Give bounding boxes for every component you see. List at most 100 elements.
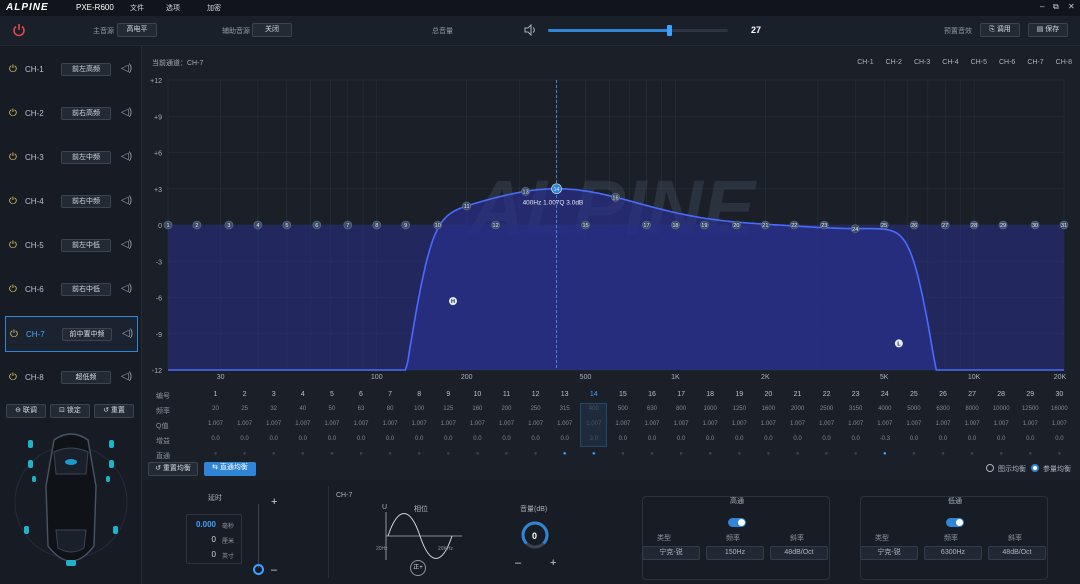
band-cell[interactable]: 0.0: [318, 436, 345, 442]
band-bypass-dot[interactable]: ●: [755, 451, 782, 457]
band-cell[interactable]: 32: [260, 406, 287, 412]
band-cell[interactable]: 80: [377, 406, 404, 412]
band-bypass-dot[interactable]: ●: [639, 451, 666, 457]
band-cell[interactable]: 50: [318, 406, 345, 412]
recall-button[interactable]: ⎘ 调用: [980, 23, 1020, 37]
legend-item[interactable]: CH-2: [886, 59, 902, 66]
band-cell[interactable]: 1.007: [522, 421, 549, 427]
band-cell[interactable]: 1.007: [348, 421, 375, 427]
band-cell[interactable]: 0.0: [813, 436, 840, 442]
lowpass-toggle[interactable]: [946, 518, 964, 527]
band-cell[interactable]: 0.0: [668, 436, 695, 442]
channel-power-icon[interactable]: ⏻: [9, 64, 17, 75]
band-cell[interactable]: 2: [231, 391, 258, 398]
band-cell[interactable]: 20000: [1075, 406, 1080, 412]
channel-item[interactable]: ⏻ CH-1 前左高频 ◁): [5, 52, 138, 88]
band-cell[interactable]: 0.0: [1017, 436, 1044, 442]
band-bypass-dot[interactable]: ●: [959, 451, 986, 457]
band-cell[interactable]: 1.007: [697, 421, 724, 427]
band-cell[interactable]: 1.007: [318, 421, 345, 427]
band-cell[interactable]: 1.007: [1017, 421, 1044, 427]
channel-speaker-icon[interactable]: ◁): [122, 328, 133, 339]
band-cell[interactable]: 0.0: [406, 436, 433, 442]
band-cell[interactable]: 9: [435, 391, 462, 398]
legend-item[interactable]: CH-7: [1027, 59, 1043, 66]
eq-curve-chart[interactable]: +12 +9 +6 +3 0 -3 -6 -9 -12 30 100 200 500 1K 2K 5K 10K 2…: [142, 74, 1080, 384]
band-cell[interactable]: 1.007: [813, 421, 840, 427]
band-bypass-dot[interactable]: ●: [202, 451, 229, 457]
param-eq-radio[interactable]: [1031, 464, 1039, 472]
channel-position-select[interactable]: 前右中低: [61, 283, 111, 296]
band-cell[interactable]: 10: [464, 391, 491, 398]
band-cell[interactable]: 4: [289, 391, 316, 398]
band-cell[interactable]: 0.0: [988, 436, 1015, 442]
legend-item[interactable]: CH-8: [1056, 59, 1072, 66]
channel-power-icon[interactable]: ⏻: [9, 108, 17, 119]
band-cell[interactable]: 3: [260, 391, 287, 398]
save-button[interactable]: ▤ 保存: [1028, 23, 1068, 37]
band-cell[interactable]: 12: [522, 391, 549, 398]
band-cell[interactable]: 1.007: [639, 421, 666, 427]
band-cell[interactable]: 1.007: [1075, 421, 1080, 427]
band-bypass-dot[interactable]: ●: [930, 451, 957, 457]
band-cell[interactable]: 1.007: [202, 421, 229, 427]
band-cell[interactable]: 0.0: [464, 436, 491, 442]
band-bypass-dot[interactable]: ●: [464, 451, 491, 457]
delay-plus-button[interactable]: +: [271, 496, 277, 508]
band-cell[interactable]: 31: [1075, 391, 1080, 398]
band-cell[interactable]: 1.007: [406, 421, 433, 427]
channel-power-icon[interactable]: ⏻: [9, 152, 17, 163]
band-cell[interactable]: 100: [406, 406, 433, 412]
band-bypass-dot[interactable]: ●: [406, 451, 433, 457]
bypass-eq-button[interactable]: ⇆ 直通均衡: [204, 462, 256, 476]
band-bypass-dot[interactable]: ●: [493, 451, 520, 457]
delay-cm-value[interactable]: 0: [192, 535, 216, 544]
band-cell[interactable]: 1.007: [930, 421, 957, 427]
aux-source-select[interactable]: 关闭: [252, 23, 292, 37]
band-cell[interactable]: 27: [959, 391, 986, 398]
band-bypass-dot[interactable]: ●: [1017, 451, 1044, 457]
band-cell[interactable]: 1.007: [726, 421, 753, 427]
band-cell[interactable]: 15: [609, 391, 636, 398]
channel-power-icon[interactable]: ⏻: [9, 196, 17, 207]
band-cell[interactable]: 11: [493, 391, 520, 398]
band-bypass-dot[interactable]: ●: [435, 451, 462, 457]
legend-item[interactable]: CH-3: [914, 59, 930, 66]
band-cell[interactable]: 630: [639, 406, 666, 412]
highpass-slope-select[interactable]: 48dB/Oct: [770, 546, 828, 560]
delay-minus-button[interactable]: –: [271, 564, 277, 576]
band-cell[interactable]: 500: [609, 406, 636, 412]
gain-minus-button[interactable]: –: [515, 557, 521, 569]
band-cell[interactable]: 0.0: [377, 436, 404, 442]
band-cell[interactable]: 1.007: [609, 421, 636, 427]
band-bypass-dot[interactable]: ●: [289, 451, 316, 457]
band-cell[interactable]: 0.0: [493, 436, 520, 442]
band-cell[interactable]: 160: [464, 406, 491, 412]
channel-item[interactable]: ⏻ CH-7 前中置中频 ◁): [5, 316, 138, 352]
band-cell[interactable]: 0.0: [522, 436, 549, 442]
band-cell[interactable]: 25: [231, 406, 258, 412]
band-bypass-dot[interactable]: ●: [551, 451, 578, 457]
band-cell[interactable]: 200: [493, 406, 520, 412]
band-bypass-dot[interactable]: ●: [1075, 451, 1080, 457]
channel-power-icon[interactable]: ⏻: [9, 240, 17, 251]
minimize-icon[interactable]: –: [1040, 2, 1044, 11]
band-bypass-dot[interactable]: ●: [318, 451, 345, 457]
band-cell[interactable]: 0.0: [435, 436, 462, 442]
band-cell[interactable]: 250: [522, 406, 549, 412]
channel-item[interactable]: ⏻ CH-8 超低频 ◁): [5, 360, 138, 396]
highpass-type-select[interactable]: 宁克-锐: [642, 546, 700, 560]
band-cell[interactable]: 0.0: [1046, 436, 1073, 442]
restore-icon[interactable]: ⧉: [1053, 2, 1059, 12]
channel-item[interactable]: ⏻ CH-6 前右中低 ◁): [5, 272, 138, 308]
band-cell[interactable]: 0.0: [842, 436, 869, 442]
channel-position-select[interactable]: 前左中低: [61, 239, 111, 252]
channel-power-icon[interactable]: ⏻: [9, 372, 17, 383]
band-cell[interactable]: 8: [406, 391, 433, 398]
band-cell[interactable]: 12500: [1017, 406, 1044, 412]
channel-power-icon[interactable]: ⏻: [10, 329, 18, 340]
band-bypass-dot[interactable]: ●: [231, 451, 258, 457]
band-cell[interactable]: 1.007: [493, 421, 520, 427]
highpass-toggle[interactable]: [728, 518, 746, 527]
band-cell[interactable]: 1.007: [959, 421, 986, 427]
